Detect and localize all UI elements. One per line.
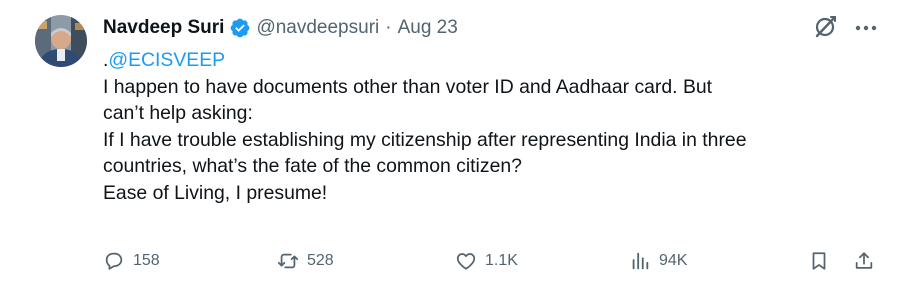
author-handle[interactable]: @navdeepsuri [256, 17, 379, 39]
action-bar: 158 528 1.1K 94K [103, 246, 883, 276]
views-button[interactable]: 94K [629, 246, 687, 276]
display-name[interactable]: Navdeep Suri [103, 17, 224, 39]
tweet-text-line: If I have trouble establishing my citize… [103, 128, 747, 151]
bookmark-button[interactable] [808, 246, 830, 276]
verified-badge-icon[interactable] [229, 17, 251, 39]
like-count: 1.1K [485, 252, 518, 269]
mention-link[interactable]: @ECISVEEP [108, 49, 225, 71]
views-count: 94K [659, 252, 688, 269]
reply-icon [105, 252, 123, 270]
tweet-header: Navdeep Suri @navdeepsuri · Aug 23 [103, 14, 458, 42]
tweet-date[interactable]: Aug 23 [398, 17, 458, 39]
like-button[interactable]: 1.1K [455, 246, 518, 276]
tweet-text-line: I happen to have documents other than vo… [103, 75, 713, 98]
reply-button[interactable]: 158 [103, 246, 160, 276]
share-icon [855, 252, 873, 269]
heart-icon [456, 253, 476, 270]
tweet-text-line: Ease of Living, I presume! [103, 181, 328, 204]
tweet-text-line: countries, what’s the fate of the common… [103, 155, 522, 177]
reply-count: 158 [133, 252, 160, 269]
tweet[interactable]: Navdeep Suri @navdeepsuri · Aug 23 .@ECI… [0, 0, 905, 298]
tweet-text-line: can’t help asking: [103, 102, 253, 124]
share-button[interactable] [853, 246, 875, 276]
views-icon [632, 252, 649, 270]
repost-icon [277, 253, 299, 269]
more-icon[interactable] [853, 17, 879, 39]
repost-button[interactable]: 528 [277, 246, 334, 276]
repost-count: 528 [307, 252, 334, 269]
tweet-text: .@ECISVEEP I happen to have documents ot… [103, 47, 873, 206]
grok-icon[interactable] [812, 14, 838, 40]
avatar[interactable] [35, 15, 87, 67]
bookmark-icon [812, 252, 826, 270]
header-separator: · [385, 17, 392, 38]
mention-line: .@ECISVEEP [103, 47, 873, 74]
